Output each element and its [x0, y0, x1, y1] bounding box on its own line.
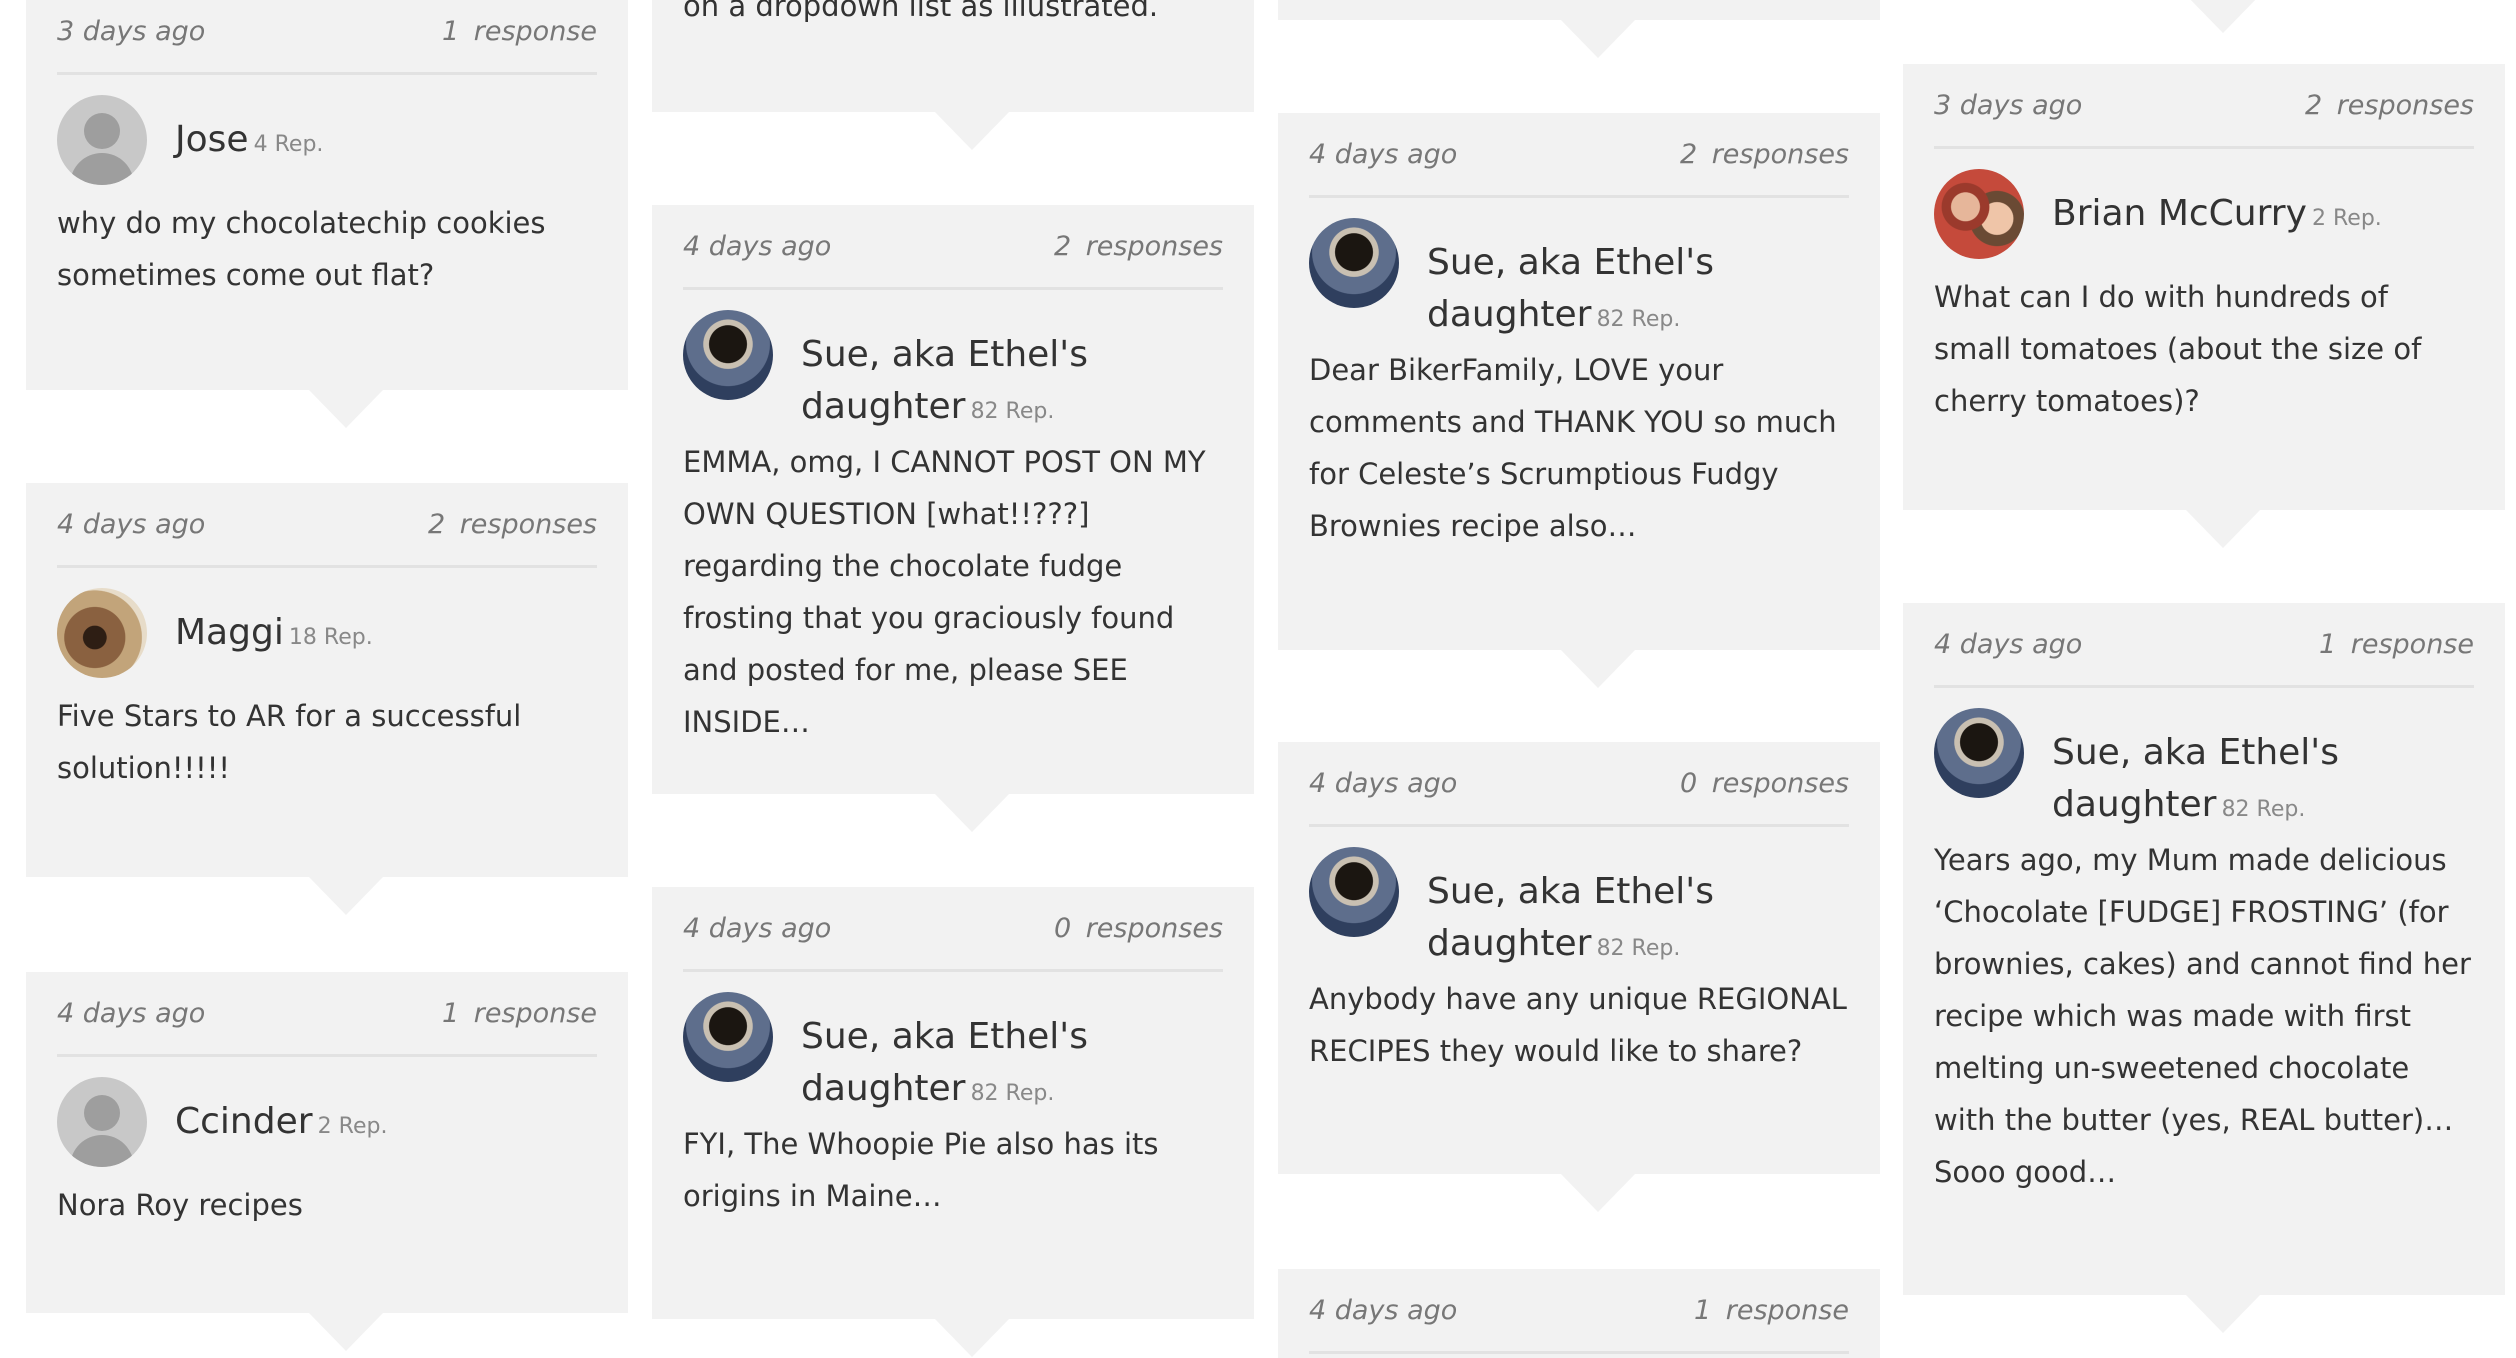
- reputation: 2 Rep.: [317, 1114, 388, 1139]
- question-text[interactable]: Dear BikerFamily, LOVE your comments and…: [1309, 344, 1849, 582]
- question-card-sue-frosting[interactable]: 4 days ago 1 response Sue, aka Ethel's d…: [1903, 603, 2505, 1333]
- response-count[interactable]: 1 response: [1694, 1295, 1849, 1326]
- response-count[interactable]: 1 response: [442, 998, 597, 1029]
- reputation: 82 Rep.: [970, 1081, 1055, 1106]
- author-name[interactable]: Ccinder: [175, 1101, 313, 1142]
- card-meta: 3 days ago 2 responses: [1934, 64, 2474, 149]
- question-text[interactable]: FYI, The Whoopie Pie also has its origin…: [683, 1118, 1223, 1252]
- question-card-partial-top[interactable]: on a dropdown list as illustrated.: [652, 0, 1254, 150]
- coffee-cup-avatar-icon[interactable]: [1309, 218, 1399, 308]
- card-meta: 4 days ago 1 response: [1309, 1269, 1849, 1354]
- coffee-cup-avatar-icon[interactable]: [1309, 847, 1399, 937]
- posted-time: 4 days ago: [1309, 139, 1458, 170]
- posted-time: 4 days ago: [683, 231, 832, 262]
- posted-time: 4 days ago: [57, 509, 206, 540]
- card-meta: 4 days ago 2 responses: [57, 483, 597, 568]
- family-avatar-icon[interactable]: [1934, 169, 2024, 259]
- card-meta: 4 days ago 2 responses: [1309, 113, 1849, 198]
- card-meta: 4 days ago 2 responses: [683, 205, 1223, 290]
- posted-time: 3 days ago: [1934, 90, 2083, 121]
- card-meta: 4 days ago 1 response: [57, 972, 597, 1057]
- reputation: 82 Rep.: [2221, 797, 2306, 822]
- posted-time: 4 days ago: [1934, 629, 2083, 660]
- posted-time: 4 days ago: [683, 913, 832, 944]
- author-block: Maggi 18 Rep.: [57, 568, 597, 690]
- response-count[interactable]: 1 response: [442, 16, 597, 47]
- card-meta: 3 days ago 1 response: [57, 0, 597, 75]
- author-block: Sue, aka Ethel's daughter 82 Rep.: [683, 290, 1223, 436]
- question-text[interactable]: EMMA, omg, I CANNOT POST ON MY OWN QUEST…: [683, 436, 1223, 778]
- author-name[interactable]: Maggi: [175, 612, 284, 653]
- question-card-sue-whoopie[interactable]: 4 days ago 0 responses Sue, aka Ethel's …: [652, 887, 1254, 1357]
- author-block: Jose 4 Rep.: [57, 75, 597, 197]
- default-user-icon[interactable]: [57, 95, 147, 185]
- posted-time: 4 days ago: [1309, 768, 1458, 799]
- card-meta: 4 days ago 0 responses: [683, 887, 1223, 972]
- posted-time: 3 days ago: [57, 16, 206, 47]
- question-card-partial-top-3[interactable]: [1278, 0, 1880, 58]
- author-block: Sue, aka Ethel's daughter 82 Rep.: [683, 972, 1223, 1118]
- reputation: 4 Rep.: [253, 132, 324, 157]
- response-count[interactable]: 2 responses: [428, 509, 597, 540]
- question-card-sue-bikerfamily[interactable]: 4 days ago 2 responses Sue, aka Ethel's …: [1278, 113, 1880, 688]
- author-block: Sue, aka Ethel's daughter 82 Rep.: [1934, 688, 2474, 834]
- reputation: 82 Rep.: [970, 399, 1055, 424]
- default-user-icon[interactable]: [57, 1077, 147, 1167]
- response-count[interactable]: 0 responses: [1680, 768, 1849, 799]
- question-card-jose[interactable]: 3 days ago 1 response Jose 4 Rep. why do…: [26, 0, 628, 428]
- coffee-cup-avatar-icon[interactable]: [683, 310, 773, 400]
- question-text[interactable]: Years ago, my Mum made delicious ‘Chocol…: [1934, 834, 2474, 1228]
- question-card-sue-emma[interactable]: 4 days ago 2 responses Sue, aka Ethel's …: [652, 205, 1254, 832]
- posted-time: 4 days ago: [57, 998, 206, 1029]
- author-name[interactable]: Jose: [175, 119, 249, 160]
- question-text[interactable]: Nora Roy recipes: [57, 1179, 597, 1261]
- reputation: 82 Rep.: [1596, 307, 1681, 332]
- response-count[interactable]: 1 response: [2319, 629, 2474, 660]
- question-card-brian[interactable]: 3 days ago 2 responses Brian McCurry 2 R…: [1903, 64, 2505, 548]
- card-meta: 4 days ago 1 response: [1934, 603, 2474, 688]
- coffee-cup-avatar-icon[interactable]: [1934, 708, 2024, 798]
- question-text[interactable]: on a dropdown list as illustrated.: [683, 0, 1223, 62]
- question-card-sue-regional[interactable]: 4 days ago 0 responses Sue, aka Ethel's …: [1278, 742, 1880, 1212]
- question-text[interactable]: What can I do with hundreds of small tom…: [1934, 271, 2474, 457]
- question-card-ccinder[interactable]: 4 days ago 1 response Ccinder 2 Rep. Nor…: [26, 972, 628, 1351]
- card-meta: 4 days ago 0 responses: [1309, 742, 1849, 827]
- question-text[interactable]: why do my chocolatechip cookies sometime…: [57, 197, 597, 331]
- coffee-cup-avatar-icon[interactable]: [683, 992, 773, 1082]
- reputation: 2 Rep.: [2312, 206, 2382, 231]
- author-block: Sue, aka Ethel's daughter 82 Rep.: [1309, 198, 1849, 344]
- author-block: Ccinder 2 Rep.: [57, 1057, 597, 1179]
- question-text[interactable]: Five Stars to AR for a successful soluti…: [57, 690, 597, 824]
- dog-avatar-icon[interactable]: [57, 588, 147, 678]
- author-name[interactable]: Brian McCurry: [2052, 193, 2307, 234]
- reputation: 18 Rep.: [288, 625, 373, 650]
- question-card-partial-bottom[interactable]: 4 days ago 1 response: [1278, 1269, 1880, 1358]
- response-count[interactable]: 2 responses: [2305, 90, 2474, 121]
- reputation: 82 Rep.: [1596, 936, 1681, 961]
- posted-time: 4 days ago: [1309, 1295, 1458, 1326]
- question-text[interactable]: Anybody have any unique REGIONAL RECIPES…: [1309, 973, 1849, 1107]
- question-card-maggi[interactable]: 4 days ago 2 responses Maggi 18 Rep. Fiv…: [26, 483, 628, 915]
- author-block: Sue, aka Ethel's daughter 82 Rep.: [1309, 827, 1849, 973]
- response-count[interactable]: 2 responses: [1680, 139, 1849, 170]
- response-count[interactable]: 2 responses: [1054, 231, 1223, 262]
- author-block: Brian McCurry 2 Rep.: [1934, 149, 2474, 271]
- response-count[interactable]: 0 responses: [1054, 913, 1223, 944]
